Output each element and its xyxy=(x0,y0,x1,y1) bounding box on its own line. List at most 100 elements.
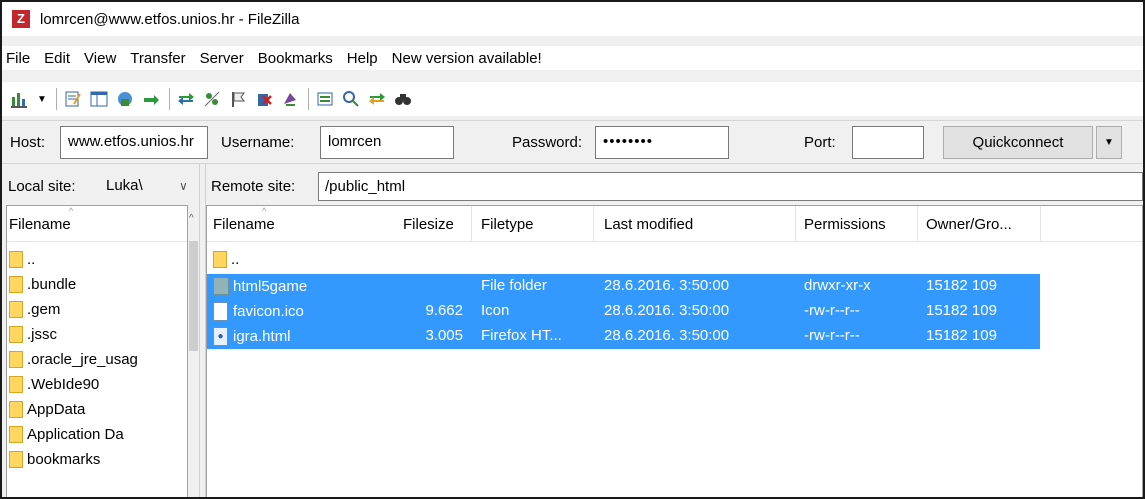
folder-icon xyxy=(9,351,23,368)
password-input[interactable]: •••••••• xyxy=(595,126,729,159)
table-row[interactable]: html5game File folder 28.6.2016. 3:50:00… xyxy=(207,274,1040,299)
file-icon xyxy=(213,302,228,321)
local-file-list: ^ Filename .. .bundle .gem .jssc .oracle… xyxy=(6,205,188,497)
quickconnect-dropdown-icon[interactable]: ▼ xyxy=(1096,126,1122,159)
menu-view[interactable]: View xyxy=(84,50,116,67)
local-header-filename[interactable]: Filename xyxy=(9,216,71,233)
item-name: bookmarks xyxy=(27,451,101,468)
remote-site-bar: Remote site: /public_html xyxy=(206,169,1143,204)
permissions-cell: drwxr-xr-x xyxy=(804,277,871,294)
permissions-cell: -rw-r--r-- xyxy=(804,302,860,319)
compare-icon[interactable] xyxy=(341,89,361,109)
list-item[interactable]: .oracle_jre_usag xyxy=(7,347,138,372)
owner-cell: 15182 109 xyxy=(926,302,997,319)
column-separator[interactable] xyxy=(471,206,472,242)
remote-site-input[interactable]: /public_html xyxy=(318,172,1143,201)
directory-tree-icon[interactable] xyxy=(89,89,109,109)
search-icon[interactable] xyxy=(393,89,413,109)
permissions-cell: -rw-r--r-- xyxy=(804,327,860,344)
local-site-label: Local site: xyxy=(8,178,76,195)
username-input[interactable]: lomrcen xyxy=(320,126,454,159)
header-filename[interactable]: Filename xyxy=(213,216,275,233)
filename-cell: favicon.ico xyxy=(213,302,304,321)
folder-icon xyxy=(9,301,23,318)
item-name: .WebIde90 xyxy=(27,376,100,393)
folder-icon xyxy=(9,376,23,393)
transfer-queue-icon[interactable] xyxy=(141,89,161,109)
remote-tree-icon[interactable] xyxy=(115,89,135,109)
menu-bookmarks[interactable]: Bookmarks xyxy=(258,50,333,67)
item-name: .gem xyxy=(27,301,61,318)
password-label: Password: xyxy=(512,134,583,151)
folder-icon xyxy=(9,451,23,468)
filesize-cell: 9.662 xyxy=(425,302,463,319)
menu-new-version[interactable]: New version available! xyxy=(392,50,542,67)
header-owner-group[interactable]: Owner/Gro... xyxy=(926,216,1012,233)
list-item[interactable]: .gem xyxy=(7,297,60,322)
header-permissions[interactable]: Permissions xyxy=(804,216,886,233)
local-site-bar: Local site: Luka\ ∨ xyxy=(4,169,199,204)
menu-file[interactable]: File xyxy=(6,50,30,67)
sort-arrow-icon: ^ xyxy=(262,206,267,216)
message-log-icon[interactable] xyxy=(63,89,83,109)
filezilla-window: Z lomrcen@www.etfos.unios.hr - FileZilla… xyxy=(0,0,1145,499)
table-row[interactable]: ● igra.html 3.005 Firefox HT... 28.6.201… xyxy=(207,324,1040,349)
filetype-cell: Firefox HT... xyxy=(481,327,562,344)
filename-cell: html5game xyxy=(213,277,307,295)
site-manager-icon[interactable] xyxy=(10,89,30,109)
host-label: Host: xyxy=(10,134,46,151)
folder-icon xyxy=(9,251,23,268)
local-site-dropdown-icon[interactable]: ∨ xyxy=(179,179,188,193)
toolbar-separator xyxy=(308,88,309,110)
column-separator[interactable] xyxy=(1040,206,1041,242)
folder-icon xyxy=(9,326,23,343)
parent-directory-row[interactable]: .. xyxy=(211,247,239,272)
table-row[interactable]: favicon.ico 9.662 Icon 28.6.2016. 3:50:0… xyxy=(207,299,1040,324)
folder-icon xyxy=(213,277,229,295)
list-item[interactable]: .bundle xyxy=(7,272,76,297)
refresh-icon[interactable] xyxy=(176,89,196,109)
disconnect-icon[interactable] xyxy=(254,89,274,109)
header-filesize[interactable]: Filesize xyxy=(403,216,454,233)
host-input[interactable]: www.etfos.unios.hr xyxy=(60,126,208,159)
list-item[interactable]: Application Da xyxy=(7,422,124,447)
list-item[interactable]: .WebIde90 xyxy=(7,372,99,397)
cancel-icon[interactable] xyxy=(228,89,248,109)
directory-filter-icon[interactable] xyxy=(315,89,335,109)
item-name: .. xyxy=(231,251,240,268)
menu-edit[interactable]: Edit xyxy=(44,50,70,67)
column-separator[interactable] xyxy=(593,206,594,242)
dropdown-arrow-icon[interactable]: ▼ xyxy=(36,89,48,109)
column-separator[interactable] xyxy=(917,206,918,242)
scrollbar-thumb[interactable] xyxy=(189,241,198,351)
folder-icon xyxy=(9,426,23,443)
file-name: favicon.ico xyxy=(233,303,304,320)
column-separator[interactable] xyxy=(795,206,796,242)
filetype-cell: File folder xyxy=(481,277,547,294)
pane-splitter[interactable] xyxy=(199,164,206,497)
modified-cell: 28.6.2016. 3:50:00 xyxy=(604,277,730,294)
list-item[interactable]: .. xyxy=(7,247,35,272)
port-input[interactable] xyxy=(852,126,924,159)
sync-browse-icon[interactable] xyxy=(367,89,387,109)
owner-cell: 15182 109 xyxy=(926,327,997,344)
reconnect-icon[interactable] xyxy=(280,89,300,109)
menu-server[interactable]: Server xyxy=(200,50,244,67)
username-label: Username: xyxy=(221,134,295,151)
sort-arrow-icon: ^ xyxy=(69,206,74,216)
header-filetype[interactable]: Filetype xyxy=(481,216,534,233)
menu-help[interactable]: Help xyxy=(347,50,378,67)
quickconnect-button[interactable]: Quickconnect xyxy=(943,126,1093,159)
scroll-up-icon[interactable]: ^ xyxy=(189,213,194,224)
list-item[interactable]: bookmarks xyxy=(7,447,100,472)
menu-transfer[interactable]: Transfer xyxy=(130,50,185,67)
process-queue-icon[interactable] xyxy=(202,89,222,109)
filetype-cell: Icon xyxy=(481,302,510,319)
list-item[interactable]: .jssc xyxy=(7,322,57,347)
list-item[interactable]: AppData xyxy=(7,397,85,422)
file-name: igra.html xyxy=(233,328,291,345)
owner-cell: 15182 109 xyxy=(926,277,997,294)
item-name: .bundle xyxy=(27,276,77,293)
header-last-modified[interactable]: Last modified xyxy=(604,216,693,233)
local-scrollbar[interactable]: ^ xyxy=(188,205,199,497)
